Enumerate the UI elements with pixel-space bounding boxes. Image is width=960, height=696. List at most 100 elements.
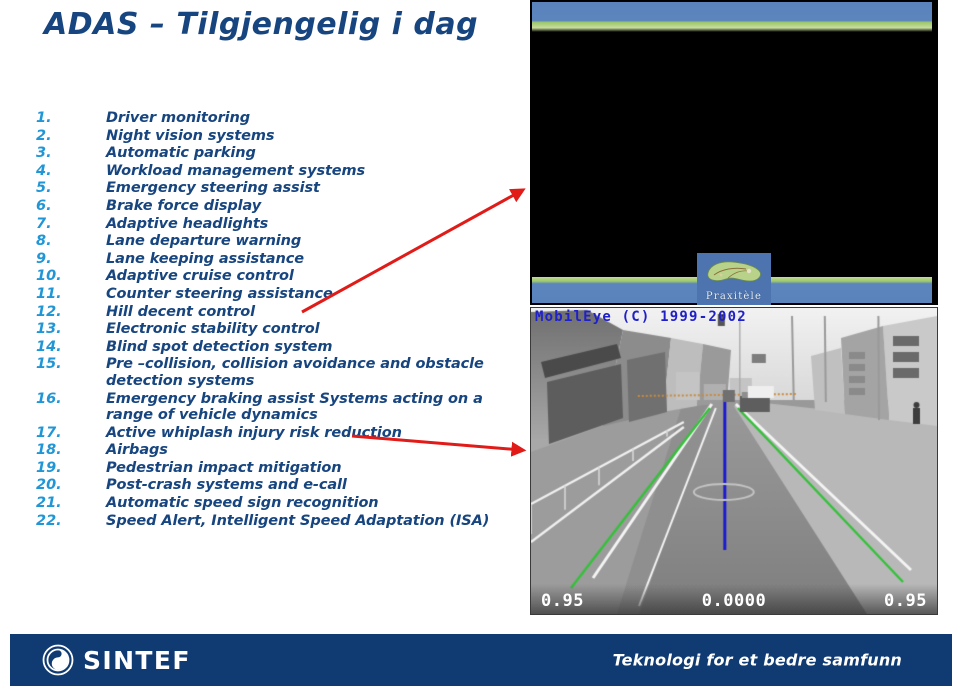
list-item-number: 20.	[36, 477, 62, 494]
list-item-number: 8.	[36, 233, 52, 250]
list-item-label: Counter steering assistance	[106, 286, 516, 303]
list-item-label: Blind spot detection system	[106, 339, 516, 356]
list-item-label-line: Brake force display	[106, 197, 262, 214]
sintef-wordmark: SINTEF	[83, 645, 191, 675]
list-item-number: 12.	[36, 303, 62, 320]
list-item-label: Airbags	[106, 442, 516, 459]
praxitele-logo: Praxitèle	[697, 253, 771, 305]
list-item-number: 16.	[36, 390, 62, 407]
road-scene-image	[531, 308, 937, 614]
list-item-label-line: Speed Alert, Intelligent Speed Adaptatio…	[106, 512, 490, 529]
list-item-label-line: Lane departure warning	[106, 233, 302, 250]
list-item-label-line: Night vision systems	[106, 127, 275, 144]
list-item-label: Brake force display	[106, 198, 516, 215]
list-item-number: 15.	[36, 356, 62, 373]
list-item-label-line: Counter steering assistance	[106, 285, 333, 302]
lane-confidence-left: 0.95	[541, 591, 584, 611]
list-item-label: Pedestrian impact mitigation	[106, 460, 516, 477]
list-item-number: 1.	[36, 110, 52, 126]
page-title: ADAS – Tilgjengelig i dag	[44, 7, 479, 42]
list-item-number: 4.	[36, 162, 52, 179]
list-item-number: 14.	[36, 338, 62, 355]
list-item-label: Driver monitoring	[106, 110, 516, 127]
list-item-number: 6.	[36, 197, 52, 214]
list-item-label-line: Automatic speed sign recognition	[106, 495, 379, 512]
road-camera-frame: MobilEye (C) 1999-2002 0.95 0.0000 0.95	[530, 307, 938, 615]
list-item-number: 17.	[36, 424, 62, 441]
list-item: 3. Automatic parking	[36, 145, 516, 162]
list-item-label-line: Pedestrian impact mitigation	[106, 459, 342, 476]
list-item: 18. Airbags	[36, 442, 516, 459]
list-item: 9. Lane keeping assistance	[36, 251, 516, 268]
list-item-label: Automatic speed sign recognition	[106, 495, 516, 512]
list-item: 5. Emergency steering assist	[36, 180, 516, 197]
list-item-label: Emergency steering assist	[106, 180, 516, 197]
adas-feature-list: 1. Driver monitoring 2. Night vision system…	[36, 110, 516, 530]
list-item-label-line: Hill decent control	[106, 303, 256, 320]
list-item-number: 2.	[36, 127, 52, 144]
list-item: 2. Night vision systems	[36, 128, 516, 145]
list-item-label: Pre –collision, collision avoidance and …	[106, 356, 516, 389]
list-item: 13. Electronic stability control	[36, 321, 516, 338]
list-item-label-line: Pre –collision, collision avoidance and …	[106, 356, 484, 373]
list-item-number: 10.	[36, 268, 62, 285]
list-item: 16. Emergency braking assist Systems acti…	[36, 391, 516, 424]
list-item: 1. Driver monitoring	[36, 110, 516, 127]
list-item-label-line: Blind spot detection system	[106, 338, 333, 355]
list-item-label-line: Emergency braking assist Systems acting …	[106, 390, 483, 407]
list-item-label-line: Active whiplash injury risk reduction	[106, 424, 402, 441]
footer-bar: SINTEF Teknologi for et bedre samfunn	[10, 634, 952, 686]
list-item-number: 11.	[36, 285, 62, 302]
list-item-label: Lane departure warning	[106, 233, 516, 250]
praxitele-label: Praxitèle	[705, 291, 763, 302]
list-item: 7. Adaptive headlights	[36, 216, 516, 233]
sintef-swirl-icon	[42, 644, 74, 676]
mobileye-copyright-stamp: MobilEye (C) 1999-2002	[535, 309, 747, 325]
list-item-label-line: range of vehicle dynamics	[106, 407, 318, 424]
list-item-label: Adaptive headlights	[106, 216, 516, 233]
list-item-number: 9.	[36, 250, 52, 267]
lane-detection-display: Praxitèle	[530, 0, 938, 305]
list-item: 21. Automatic speed sign recognition	[36, 495, 516, 512]
list-item-number: 21.	[36, 495, 62, 512]
presentation-slide: ADAS – Tilgjengelig i dag 1. Driver monit…	[0, 0, 960, 696]
list-item-label-line: Adaptive headlights	[106, 215, 269, 232]
lane-offset-center: 0.0000	[701, 591, 767, 611]
list-item-number: 7.	[36, 215, 52, 232]
list-item-label: Adaptive cruise control	[106, 268, 516, 285]
sintef-logo: SINTEF	[42, 644, 191, 676]
list-item-number: 19.	[36, 459, 62, 476]
list-item-label: Active whiplash injury risk reduction	[106, 425, 516, 442]
list-item: 19. Pedestrian impact mitigation	[36, 460, 516, 477]
list-item: 17. Active whiplash injury risk reduction	[36, 425, 516, 442]
list-item-label: Post-crash systems and e-call	[106, 477, 516, 494]
list-item-label: Electronic stability control	[106, 321, 516, 338]
footer-tagline: Teknologi for et bedre samfunn	[612, 650, 902, 670]
lane-confidence-right: 0.95	[884, 591, 927, 611]
list-item: 12. Hill decent control	[36, 304, 516, 321]
list-item: 11. Counter steering assistance	[36, 286, 516, 303]
list-item-label-line: Lane keeping assistance	[106, 250, 304, 267]
list-item: 8. Lane departure warning	[36, 233, 516, 250]
list-item-number: 22.	[36, 512, 62, 529]
media-panel: Praxitèle MobilEye (C) 1999-2002 0.95 0.…	[530, 0, 938, 617]
list-item: 10. Adaptive cruise control	[36, 268, 516, 285]
praxitele-map-icon	[707, 261, 761, 282]
list-item-label-line: Workload management systems	[106, 162, 366, 179]
list-item-label: Emergency braking assist Systems acting …	[106, 391, 516, 424]
list-item-number: 5.	[36, 180, 52, 197]
list-item: 20. Post-crash systems and e-call	[36, 477, 516, 494]
list-item-number: 3.	[36, 145, 52, 162]
list-item-label-line: detection systems	[106, 372, 255, 389]
list-item-number: 18.	[36, 442, 62, 459]
list-item-label: Night vision systems	[106, 128, 516, 145]
list-item-label: Lane keeping assistance	[106, 251, 516, 268]
list-item-label: Automatic parking	[106, 145, 516, 162]
list-item-label-line: Emergency steering assist	[106, 180, 320, 197]
list-item-label-line: Airbags	[106, 442, 168, 459]
list-item-label-line: Automatic parking	[106, 145, 256, 162]
list-item-label-line: Driver monitoring	[106, 110, 251, 126]
list-item-label-line: Post-crash systems and e-call	[106, 477, 347, 494]
list-item: 6. Brake force display	[36, 198, 516, 215]
list-item-label: Speed Alert, Intelligent Speed Adaptatio…	[106, 513, 516, 530]
